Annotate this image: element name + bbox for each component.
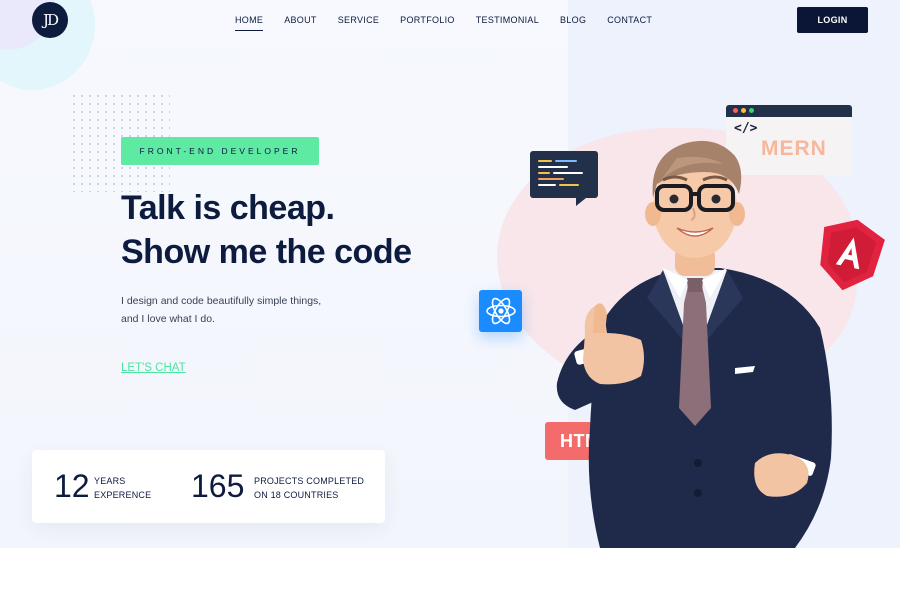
- hero-section: JD HOME ABOUT SERVICE PORTFOLIO TESTIMON…: [0, 0, 900, 548]
- developer-character-illustration: [556, 140, 832, 548]
- nav-service[interactable]: SERVICE: [338, 15, 379, 31]
- projects-label-line-2: ON 18 COUNTRIES: [254, 490, 339, 500]
- projects-label: PROJECTS COMPLETED ON 18 COUNTRIES: [254, 474, 364, 502]
- stats-card: 12 YEARS EXPERENCE 165 PROJECTS COMPLETE…: [32, 450, 385, 523]
- nav-contact[interactable]: CONTACT: [607, 15, 652, 31]
- logo[interactable]: JD: [32, 2, 68, 38]
- main-nav: HOME ABOUT SERVICE PORTFOLIO TESTIMONIAL…: [235, 15, 652, 31]
- hero-headline: Talk is cheap. Show me the code: [121, 186, 412, 274]
- role-badge: FRONT-END DEVELOPER: [121, 137, 319, 165]
- experience-number: 12: [54, 468, 90, 504]
- projects-number: 165: [191, 468, 245, 504]
- experience-label-line-1: YEARS: [94, 476, 126, 486]
- nav-about[interactable]: ABOUT: [284, 15, 317, 31]
- description-line-2: and I love what I do.: [121, 313, 215, 325]
- headline-line-2: Show me the code: [121, 233, 412, 271]
- headline-line-1: Talk is cheap.: [121, 189, 335, 227]
- description-line-1: I design and code beautifully simple thi…: [121, 295, 322, 307]
- experience-label-line-2: EXPERENCE: [94, 490, 152, 500]
- nav-blog[interactable]: BLOG: [560, 15, 586, 31]
- login-button[interactable]: LOGIN: [797, 7, 868, 33]
- nav-portfolio[interactable]: PORTFOLIO: [400, 15, 455, 31]
- experience-label: YEARS EXPERENCE: [94, 474, 151, 502]
- nav-testimonial[interactable]: TESTIMONIAL: [476, 15, 539, 31]
- hero-description: I design and code beautifully simple thi…: [121, 292, 321, 328]
- react-icon: [479, 290, 522, 332]
- lets-chat-link[interactable]: LET'S CHAT: [121, 362, 186, 374]
- nav-home[interactable]: HOME: [235, 15, 264, 31]
- projects-label-line-1: PROJECTS COMPLETED: [254, 476, 365, 486]
- window-titlebar: [726, 105, 852, 117]
